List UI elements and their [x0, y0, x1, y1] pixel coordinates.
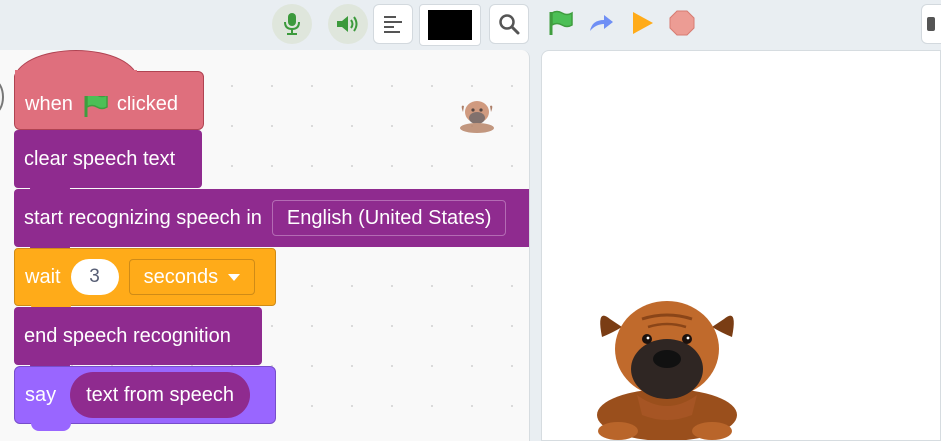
search-button[interactable]: [489, 4, 529, 44]
dropdown-caret-icon: [228, 273, 241, 281]
speaker-icon: [337, 16, 358, 32]
hat-prefix-label: when: [25, 93, 73, 115]
stage[interactable]: [541, 50, 941, 441]
time-unit-dropdown[interactable]: seconds: [128, 259, 256, 295]
align-left-icon: [384, 16, 402, 33]
small-stage-icon: [927, 17, 935, 31]
redo-arrow-icon: [590, 15, 613, 31]
end-speech-recognition-block[interactable]: end speech recognition: [14, 307, 262, 373]
wait-block-label: wait: [25, 265, 61, 288]
end-block-label: end speech recognition: [24, 324, 231, 347]
start-recognizing-speech-block[interactable]: start recognizing speech in English (Uni…: [14, 189, 529, 255]
pen-color-swatch: [428, 10, 472, 40]
stage-size-button[interactable]: [921, 4, 941, 44]
speaker-button[interactable]: [328, 4, 368, 44]
align-button[interactable]: [373, 4, 413, 44]
green-flag-icon: [549, 10, 573, 35]
say-block[interactable]: say text from speech: [14, 366, 276, 431]
search-icon: [499, 14, 520, 35]
pen-color-button[interactable]: [419, 4, 481, 46]
play-button[interactable]: [627, 8, 657, 38]
recognize-block-label: start recognizing speech in: [24, 206, 262, 229]
language-dropdown[interactable]: English (United States): [271, 200, 507, 236]
microphone-button[interactable]: [272, 4, 312, 44]
sprite-thumbnail: [460, 101, 494, 133]
redo-button[interactable]: [586, 8, 616, 38]
stop-icon: [669, 10, 695, 36]
play-icon: [633, 12, 653, 34]
wait-duration-input[interactable]: 3: [70, 259, 119, 295]
time-unit-label: seconds: [143, 266, 219, 288]
microphone-icon: [284, 13, 300, 35]
script-area[interactable]: when clicked clear speech text start rec…: [0, 50, 530, 441]
green-flag-button[interactable]: [545, 8, 575, 38]
wait-block[interactable]: wait 3 seconds: [14, 248, 276, 313]
hat-cap-join: [15, 70, 137, 96]
toolbar: [0, 0, 941, 48]
text-from-speech-reporter[interactable]: text from speech: [70, 372, 250, 418]
bulldog-sprite[interactable]: [592, 297, 742, 441]
clear-block-label: clear speech text: [24, 147, 176, 170]
scroll-handle[interactable]: [0, 80, 4, 114]
stop-button[interactable]: [667, 8, 697, 38]
clear-speech-text-block[interactable]: clear speech text: [14, 130, 202, 196]
say-block-label: say: [25, 383, 57, 406]
hat-suffix-label: clicked: [116, 93, 178, 115]
block-notch: [31, 422, 71, 431]
